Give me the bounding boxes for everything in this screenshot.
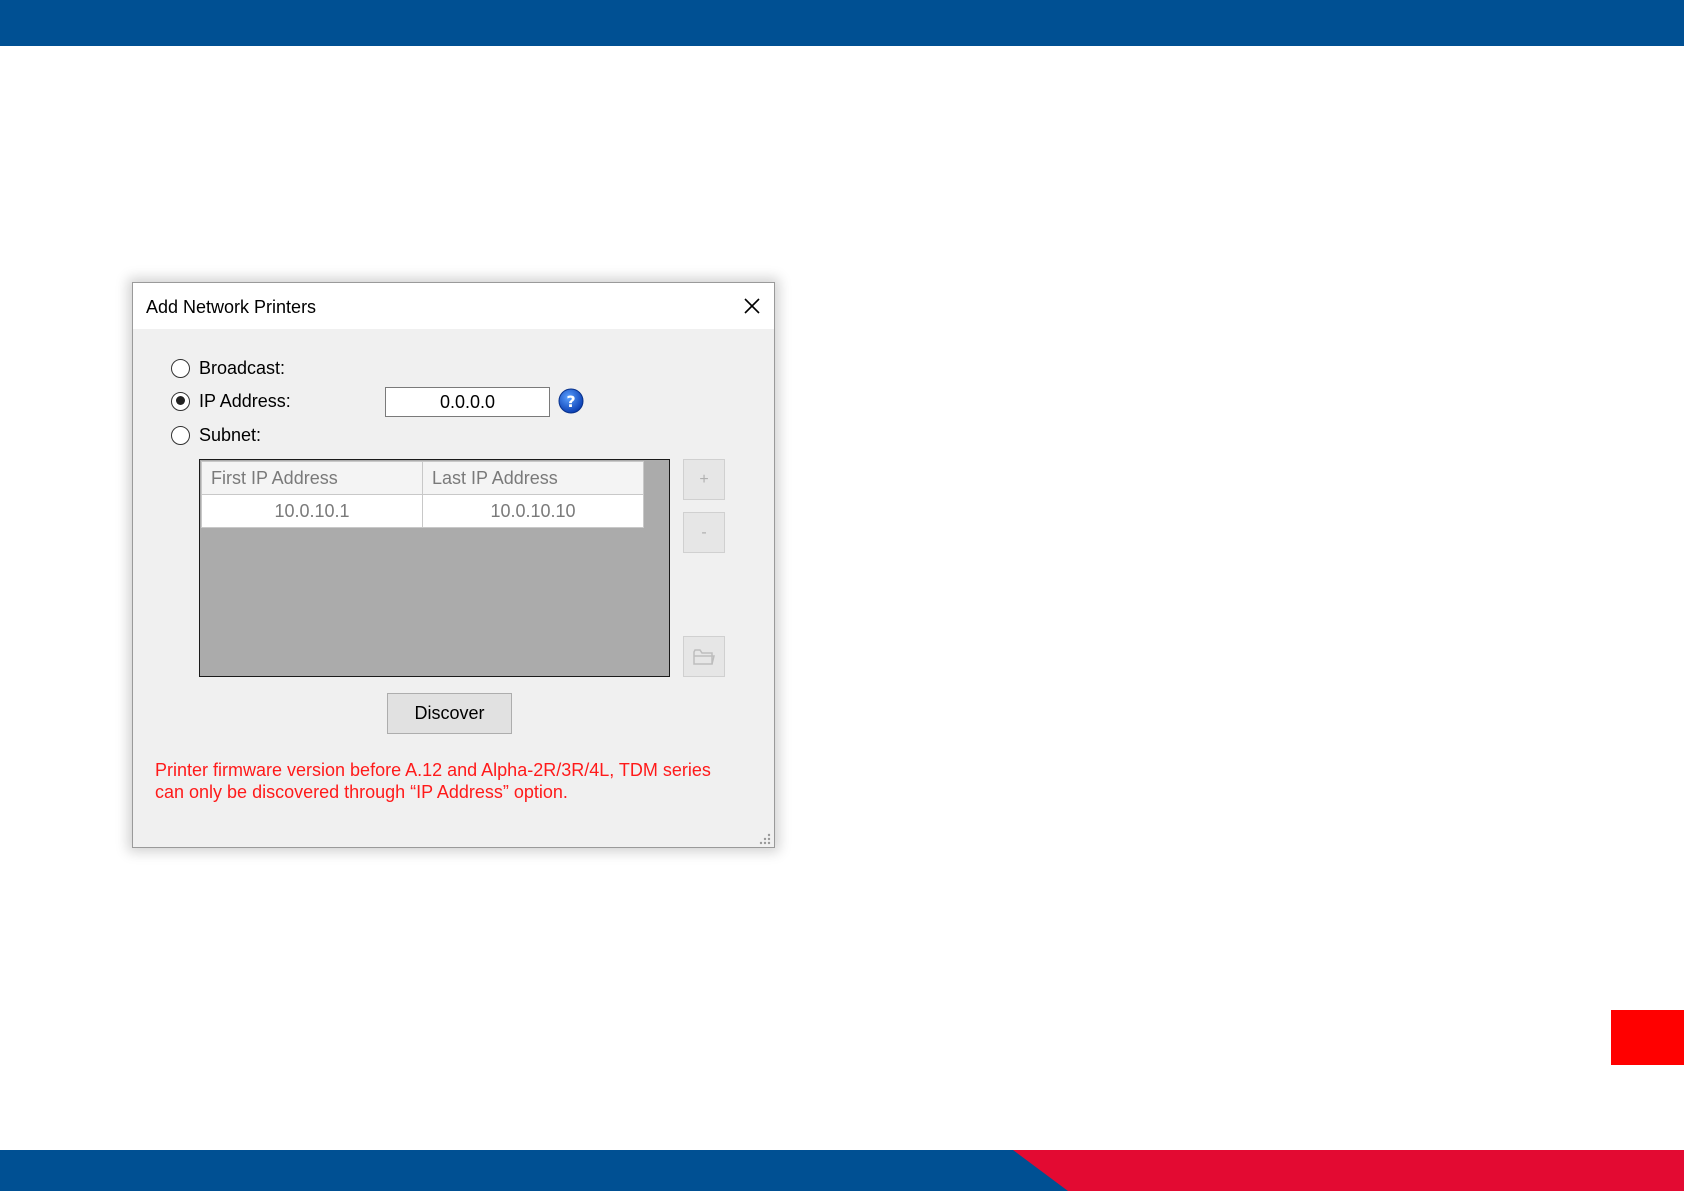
subnet-option[interactable]: Subnet:: [171, 422, 261, 448]
footer-red-stripe: [1013, 1150, 1684, 1191]
dialog-title: Add Network Printers: [146, 297, 317, 317]
table-header-row: First IP Address Last IP Address: [201, 461, 644, 495]
close-icon[interactable]: [737, 291, 767, 321]
open-file-button[interactable]: [683, 636, 725, 677]
subnet-radio[interactable]: [171, 425, 190, 445]
broadcast-option[interactable]: Broadcast:: [171, 355, 285, 381]
last-ip-column-header: Last IP Address: [422, 461, 644, 495]
folder-icon: [693, 648, 715, 665]
plus-icon: +: [699, 470, 709, 488]
firmware-warning: Printer firmware version before A.12 and…: [155, 759, 745, 803]
warning-line-2: can only be discovered through “IP Addre…: [155, 782, 568, 802]
last-ip-cell[interactable]: 10.0.10.10: [422, 494, 644, 528]
help-icon[interactable]: ?: [558, 388, 584, 414]
first-ip-column-header: First IP Address: [201, 461, 423, 495]
first-ip-cell[interactable]: 10.0.10.1: [201, 494, 423, 528]
dialog-titlebar: Add Network Printers: [133, 283, 774, 329]
ip-address-option[interactable]: IP Address:: [171, 388, 291, 414]
remove-range-button[interactable]: -: [683, 512, 725, 553]
add-range-button[interactable]: +: [683, 459, 725, 500]
header-bar: [0, 0, 1684, 46]
warning-line-1: Printer firmware version before A.12 and…: [155, 760, 711, 780]
subnet-range-table[interactable]: First IP Address Last IP Address 10.0.10…: [199, 459, 670, 677]
page-marker-tab: [1611, 1010, 1684, 1065]
add-network-printers-dialog: Add Network Printers Broadcast: IP Addre…: [132, 282, 775, 848]
ip-address-radio[interactable]: [171, 391, 190, 411]
broadcast-label: Broadcast:: [199, 357, 286, 378]
ip-address-input[interactable]: [385, 387, 550, 417]
ip-address-label: IP Address:: [199, 390, 291, 411]
svg-text:?: ?: [566, 392, 575, 411]
resize-grip-icon[interactable]: [757, 831, 771, 845]
subnet-label: Subnet:: [199, 424, 262, 445]
minus-icon: -: [701, 523, 707, 541]
broadcast-radio[interactable]: [171, 358, 190, 378]
table-row[interactable]: 10.0.10.1 10.0.10.10: [201, 494, 644, 528]
discover-button[interactable]: Discover: [387, 693, 512, 734]
